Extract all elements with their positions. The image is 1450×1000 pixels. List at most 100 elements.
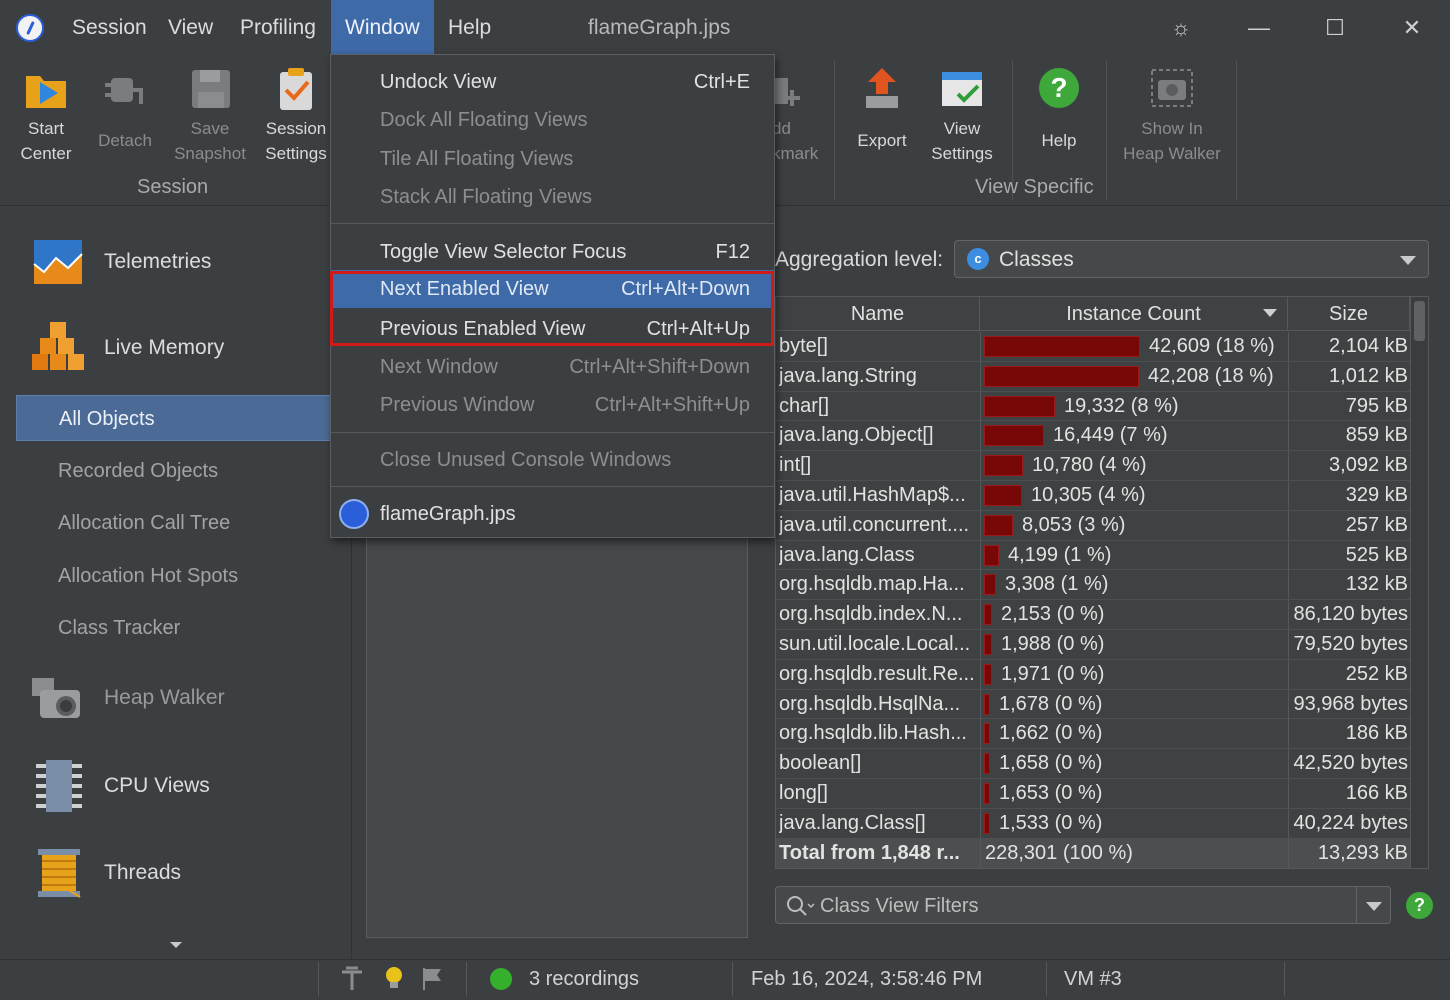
instance-count-label: 2,153 (0 %) [1001,603,1105,626]
class-name-cell: java.lang.Object[] [779,424,934,447]
chevron-down-icon [1400,256,1416,265]
aggregation-level-dropdown[interactable]: c Classes [954,240,1429,278]
instance-count-cell: 1,533 (0 %) [980,808,1286,838]
nav-allocation-call-tree[interactable]: Allocation Call Tree [16,500,336,546]
table-row[interactable]: sun.util.locale.Local... 1,988 (0 %) 79,52… [776,630,1410,660]
class-view-filter-input[interactable]: Class View Filters [775,886,1391,924]
scrollbar-thumb[interactable] [1414,301,1425,341]
column-header-size[interactable]: Size [1288,297,1410,331]
instance-count-cell: 1,971 (0 %) [980,659,1286,689]
class-name-cell: char[] [779,394,830,417]
table-row[interactable]: int[] 10,780 (4 %) 3,092 kB [776,451,1410,481]
nav-heap-walker[interactable]: Heap Walker [0,658,352,738]
table-row[interactable]: java.lang.Class[] 1,533 (0 %) 40,224 bytes [776,808,1410,839]
table-row[interactable]: char[] 19,332 (8 %) 795 kB [776,391,1410,422]
table-row[interactable]: java.util.concurrent.... 8,053 (3 %) 257 k… [776,510,1410,541]
menu-item-undock-view[interactable]: Undock View Ctrl+E [331,63,774,101]
column-header-name[interactable]: Name [776,297,980,331]
filter-placeholder: Class View Filters [820,895,979,917]
size-cell: 859 kB [1288,421,1408,451]
table-row[interactable]: org.hsqldb.lib.Hash... 1,662 (0 %) 186 kB [776,719,1410,750]
close-window-button[interactable]: ✕ [1395,12,1429,44]
menu-profiling[interactable]: Profiling [226,0,330,56]
sort-descending-icon [1263,309,1277,317]
nav-telemetries[interactable]: Telemetries [0,222,352,302]
menu-item-stack-all-floating-views[interactable]: Stack All Floating Views [331,178,774,216]
menu-help[interactable]: Help [434,0,505,56]
sidebar-more-chevron-icon[interactable] [170,942,182,948]
column-header-instance-count[interactable]: Instance Count [980,297,1288,331]
view-settings-button[interactable]: View Settings [924,64,1000,174]
save-disk-icon [192,70,230,108]
start-center-button[interactable]: Start Center [10,64,82,174]
nav-recorded-objects[interactable]: Recorded Objects [16,448,336,494]
instance-count-cell: 10,780 (4 %) [980,451,1286,481]
instance-count-label: 1,662 (0 %) [999,722,1103,745]
help-button[interactable]: ? Help [1026,64,1092,174]
nav-threads[interactable]: Threads [0,833,352,913]
menu-item-tile-all-floating-views[interactable]: Tile All Floating Views [331,140,774,178]
instance-count-bar [984,812,990,834]
help-question-icon[interactable]: ? [1406,892,1433,919]
lightbulb-icon[interactable] [382,964,406,992]
maximize-button[interactable]: ☐ [1318,12,1352,44]
table-row[interactable]: org.hsqldb.HsqlNa... 1,678 (0 %) 93,968 by… [776,689,1410,720]
table-row[interactable]: org.hsqldb.map.Ha... 3,308 (1 %) 132 kB [776,570,1410,601]
nav-all-objects[interactable]: All Objects [16,395,336,441]
export-button[interactable]: Export [850,64,914,174]
table-row[interactable]: org.hsqldb.index.N... 2,153 (0 %) 86,120 b… [776,600,1410,630]
detach-button[interactable]: Detach [90,64,160,174]
menu-session[interactable]: Session [58,0,161,56]
size-cell: 1,012 kB [1288,361,1408,391]
nav-live-memory[interactable]: Live Memory [0,308,352,388]
table-row[interactable]: long[] 1,653 (0 %) 166 kB [776,779,1410,809]
size-cell: 13,293 kB [1288,838,1408,868]
table-row[interactable]: boolean[] 1,658 (0 %) 42,520 bytes [776,749,1410,779]
pin-icon[interactable] [338,966,368,992]
search-icon [787,896,815,916]
instance-count-label: 1,971 (0 %) [1001,662,1105,685]
menu-item-close-unused-console-windows[interactable]: Close Unused Console Windows [331,441,774,479]
size-cell: 93,968 bytes [1288,689,1408,719]
class-table[interactable]: Name Instance Count Size byte[] 42,609 (1… [775,296,1429,869]
instance-count-bar [984,336,1140,357]
table-row[interactable]: java.lang.String 42,208 (18 %) 1,012 kB [776,361,1410,392]
flag-icon[interactable] [420,966,446,992]
nav-cpu-views[interactable]: CPU Views [0,746,352,826]
recordings-count[interactable]: 3 recordings [529,959,639,999]
menu-view[interactable]: View [154,0,227,56]
instance-count-bar [984,574,996,596]
table-row[interactable]: org.hsqldb.result.Re... 1,971 (0 %) 252 kB [776,659,1410,690]
vertical-scrollbar[interactable] [1410,297,1428,868]
table-row[interactable]: java.util.HashMap$... 10,305 (4 %) 329 kB [776,481,1410,511]
minimize-button[interactable]: — [1242,12,1276,44]
menu-item-flamegraph-window[interactable]: flameGraph.jps [331,495,774,533]
session-group-label: Session [137,176,209,198]
instance-count-label: 10,305 (4 %) [1031,484,1146,506]
theme-toggle-sun-icon[interactable]: ☼ [1164,12,1198,44]
toolbar-separator [1106,60,1107,200]
status-separator [466,962,467,996]
menu-item-dock-all-floating-views[interactable]: Dock All Floating Views [331,101,774,139]
instance-count-cell: 10,305 (4 %) [980,481,1286,510]
filter-history-chevron-icon[interactable] [1366,902,1382,911]
session-settings-button[interactable]: Session Settings [258,64,334,174]
instance-count-bar [984,365,1139,387]
menu-item-toggle-view-selector-focus[interactable]: Toggle View Selector Focus F12 [331,233,774,271]
instance-count-label: 3,308 (1 %) [1005,573,1109,596]
start-center-icon [26,76,66,108]
menu-item-next-window[interactable]: Next Window Ctrl+Alt+Shift+Down [331,348,774,386]
nav-allocation-hot-spots[interactable]: Allocation Hot Spots [16,553,336,599]
menu-window[interactable]: Window [331,0,434,56]
menu-item-previous-window[interactable]: Previous Window Ctrl+Alt+Shift+Up [331,386,774,424]
table-row[interactable]: byte[] 42,609 (18 %) 2,104 kB [776,332,1410,362]
table-row[interactable]: java.lang.Class 4,199 (1 %) 525 kB [776,540,1410,571]
table-total-row[interactable]: Total from 1,848 r... 228,301 (100 %) 13,2… [776,838,1410,868]
save-snapshot-button[interactable]: Save Snapshot [170,64,250,174]
status-separator [1046,962,1047,996]
nav-class-tracker[interactable]: Class Tracker [16,605,336,651]
show-in-heap-walker-button[interactable]: Show In Heap Walker [1116,64,1228,174]
table-row[interactable]: java.lang.Object[] 16,449 (7 %) 859 kB [776,421,1410,452]
add-bookmark-button[interactable]: dd kmark [772,64,824,174]
filter-separator [1356,887,1357,923]
